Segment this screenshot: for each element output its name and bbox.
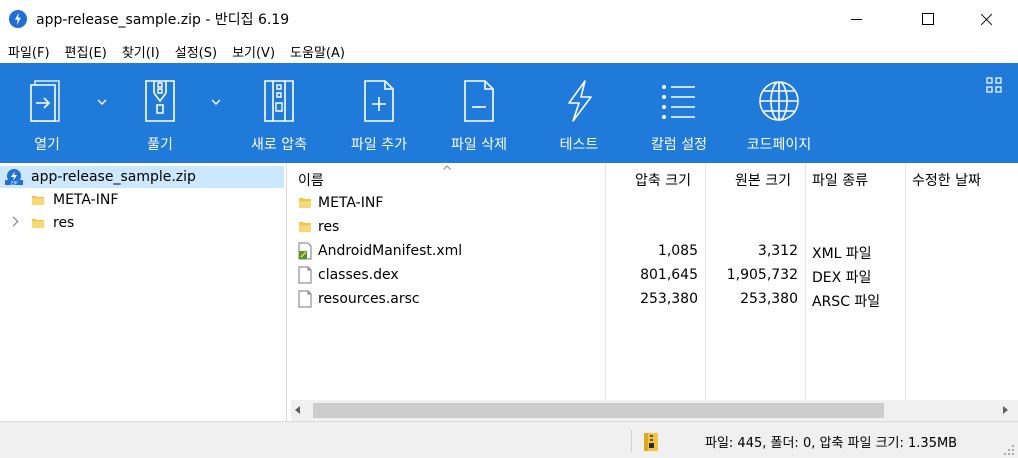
extract-label: 풀기: [147, 137, 173, 153]
toolbar: 열기 풀기 새로 압축 파일 추가 파일 삭제 테스트 칼럼 설정 코드페이지: [0, 63, 1018, 163]
scroll-right-icon[interactable]: [1003, 406, 1008, 414]
column-settings-button[interactable]: 칼럼 설정: [640, 63, 718, 163]
column-header-name[interactable]: 이름: [298, 170, 324, 190]
status-divider: [631, 430, 632, 452]
status-bar: 파일: 445, 폴더: 0, 압축 파일 크기: 1.35MB: [0, 421, 1018, 458]
lightning-icon: [568, 80, 592, 122]
list-header: 이름 압축 크기 원본 크기 파일 종류 수정한 날짜: [291, 163, 1018, 403]
tree-item-label: META-INF: [53, 192, 119, 208]
tree-item-label: app-release_sample.zip: [31, 169, 196, 185]
resize-grip-icon[interactable]: [1003, 444, 1015, 456]
column-settings-label: 칼럼 설정: [651, 137, 707, 153]
globe-icon: [759, 81, 799, 121]
delete-files-label: 파일 삭제: [451, 137, 507, 153]
file-row[interactable]: META-INF: [291, 191, 1011, 215]
folder-icon: [299, 222, 311, 232]
column-header-original-size[interactable]: 원본 크기: [735, 170, 791, 190]
file-name: resources.arsc: [318, 291, 420, 307]
scroll-left-icon[interactable]: [295, 406, 300, 414]
file-icon: [298, 290, 312, 308]
delete-file-icon: [464, 80, 494, 122]
file-row[interactable]: resources.arsc 253,380 253,380 ARSC 파일: [291, 287, 1011, 311]
extract-icon: [145, 80, 175, 122]
new-archive-icon: [264, 80, 294, 122]
horizontal-scrollbar[interactable]: [291, 400, 1018, 421]
column-header-packed-size[interactable]: 압축 크기: [635, 170, 691, 190]
menu-find[interactable]: 찾기(I): [122, 38, 160, 63]
original-size: 1,905,732: [726, 267, 798, 283]
file-list: 이름 압축 크기 원본 크기 파일 종류 수정한 날짜 META-INF res…: [291, 163, 1018, 421]
folder-icon: [32, 196, 44, 205]
menu-file[interactable]: 파일(F): [8, 38, 50, 63]
status-summary: 파일: 445, 폴더: 0, 압축 파일 크기: 1.35MB: [705, 436, 958, 451]
menu-settings[interactable]: 설정(S): [175, 38, 217, 63]
packed-size: 801,645: [640, 267, 698, 283]
column-header-modified-date[interactable]: 수정한 날짜: [912, 170, 981, 190]
packed-size: 1,085: [657, 243, 698, 259]
file-name: META-INF: [318, 195, 384, 211]
add-files-label: 파일 추가: [351, 137, 407, 153]
file-type: DEX 파일: [812, 270, 872, 286]
original-size: 253,380: [740, 291, 798, 307]
scrollbar-thumb[interactable]: [313, 403, 884, 418]
window-title: app-release_sample.zip - 반디집 6.19: [36, 12, 290, 28]
archive-status-icon: [644, 433, 658, 451]
add-file-icon: [364, 80, 394, 122]
sort-ascending-icon: [443, 165, 451, 170]
extract-button[interactable]: 풀기: [127, 63, 193, 163]
codepage-button[interactable]: 코드페이지: [736, 63, 822, 163]
file-name: res: [318, 219, 340, 235]
file-row[interactable]: classes.dex 801,645 1,905,732 DEX 파일: [291, 263, 1011, 287]
tree-item-res[interactable]: res: [0, 212, 284, 234]
open-button[interactable]: 열기: [14, 63, 80, 163]
tree-item-label: res: [53, 215, 75, 231]
file-name: AndroidManifest.xml: [318, 243, 463, 259]
svg-text:ZIP: ZIP: [10, 181, 17, 186]
close-button[interactable]: [964, 0, 1010, 38]
new-archive-label: 새로 압축: [251, 137, 307, 153]
extract-dropdown-icon[interactable]: [211, 99, 221, 105]
open-label: 열기: [34, 137, 60, 153]
xml-file-icon: [298, 242, 312, 260]
open-archive-icon: [30, 80, 60, 122]
column-header-file-type[interactable]: 파일 종류: [812, 170, 868, 190]
layout-grid-icon[interactable]: [986, 77, 1002, 93]
original-size: 3,312: [757, 243, 798, 259]
tree-item-archive-root[interactable]: ZIP app-release_sample.zip: [0, 166, 284, 188]
delete-files-button[interactable]: 파일 삭제: [440, 63, 518, 163]
file-row[interactable]: AndroidManifest.xml 1,085 3,312 XML 파일: [291, 239, 1011, 263]
packed-size: 253,380: [640, 291, 698, 307]
file-name: classes.dex: [318, 267, 399, 283]
columns-list-icon: [662, 85, 695, 119]
title-bar: app-release_sample.zip - 반디집 6.19: [0, 0, 1018, 38]
file-type: ARSC 파일: [812, 294, 881, 310]
menu-edit[interactable]: 편집(E): [65, 38, 107, 63]
open-dropdown-icon[interactable]: [97, 99, 107, 105]
expand-chevron-icon[interactable]: [8, 216, 19, 227]
new-archive-button[interactable]: 새로 압축: [240, 63, 318, 163]
folder-icon: [32, 219, 44, 228]
menu-view[interactable]: 보기(V): [232, 38, 275, 63]
maximize-button[interactable]: [904, 0, 950, 38]
folder-tree: ZIP app-release_sample.zip META-INF res: [0, 163, 287, 421]
bandizip-app-icon: [9, 10, 27, 28]
menu-help[interactable]: 도움말(A): [290, 38, 345, 63]
zip-archive-icon: ZIP: [5, 169, 23, 185]
file-type: XML 파일: [812, 246, 872, 262]
codepage-label: 코드페이지: [746, 137, 812, 153]
file-row[interactable]: res: [291, 215, 1011, 239]
menu-bar: 파일(F) 편집(E) 찾기(I) 설정(S) 보기(V) 도움말(A): [0, 38, 1018, 63]
test-button[interactable]: 테스트: [540, 63, 618, 163]
minimize-button[interactable]: [834, 0, 880, 38]
tree-item-meta-inf[interactable]: META-INF: [0, 189, 284, 211]
test-label: 테스트: [559, 137, 599, 153]
folder-icon: [299, 198, 311, 208]
file-icon: [298, 266, 312, 284]
add-files-button[interactable]: 파일 추가: [340, 63, 418, 163]
